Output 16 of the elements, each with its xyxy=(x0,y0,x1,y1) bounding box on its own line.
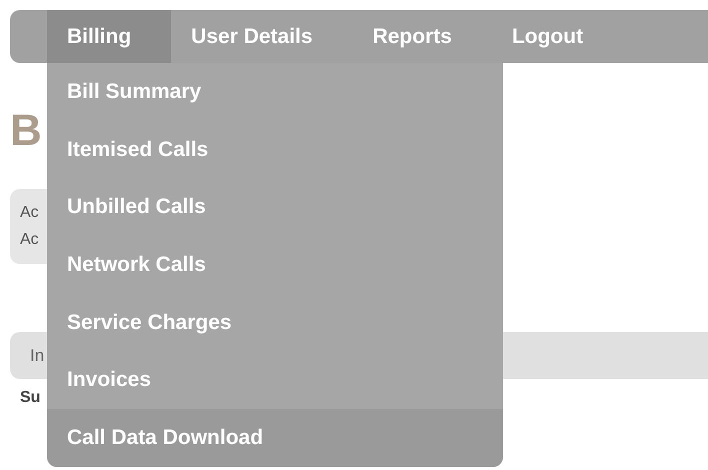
account-text: Ac xyxy=(20,230,39,250)
menu-item[interactable]: Call Data Download xyxy=(47,409,503,467)
menu-item[interactable]: Bill Summary xyxy=(47,63,503,121)
menu-item[interactable]: Network Calls xyxy=(47,236,503,294)
nav-tab[interactable]: User Details xyxy=(171,10,353,63)
page-heading: B xyxy=(10,105,42,157)
invoice-label: In xyxy=(30,346,44,366)
nav-tab[interactable]: Billing xyxy=(47,10,172,63)
menu-item[interactable]: Itemised Calls xyxy=(47,120,503,178)
nav-tab[interactable]: Logout xyxy=(492,10,624,63)
menu-item[interactable]: Invoices xyxy=(47,351,503,410)
summary-label: Su xyxy=(19,389,42,407)
menu-item[interactable]: Unbilled Calls xyxy=(47,178,503,236)
menu-item[interactable]: Service Charges xyxy=(47,294,503,352)
account-text: Ac xyxy=(20,203,39,223)
nav-tab[interactable]: Reports xyxy=(352,10,492,63)
